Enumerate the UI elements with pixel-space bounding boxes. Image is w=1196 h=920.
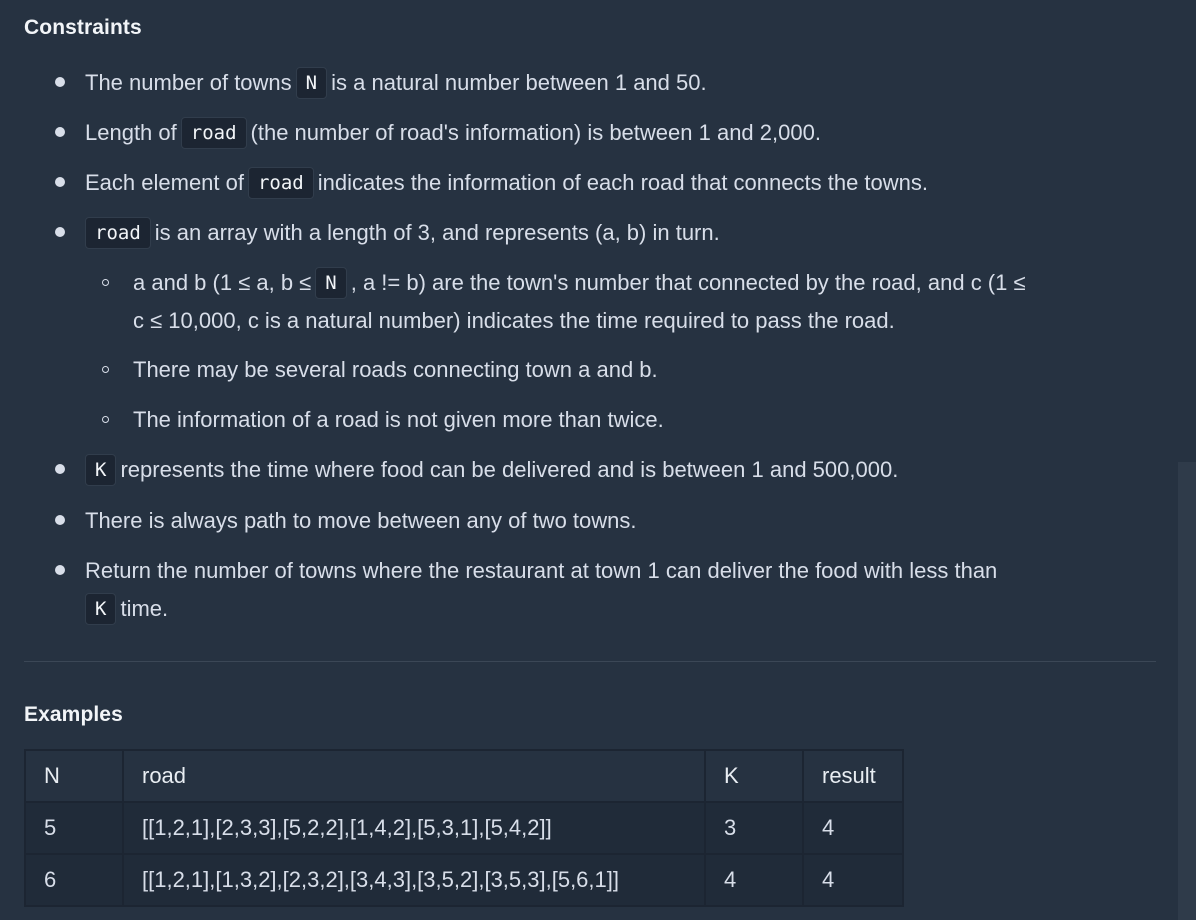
constraint-text: is a natural number between 1 and 50. — [331, 70, 707, 96]
constraint-item-road-element: Each element of road indicates the informa… — [85, 163, 928, 202]
constraint-text: Each element of — [85, 170, 244, 196]
constraint-item-road-array: road is an array with a length of 3, and … — [81, 213, 720, 252]
cell-road: [[1,2,1],[1,3,2],[2,3,2],[3,4,3],[3,5,2]… — [122, 853, 706, 907]
constraint-text: is an array with a length of 3, and repr… — [154, 220, 720, 246]
inline-code-k: K — [85, 454, 117, 487]
constraint-text: time. — [120, 596, 169, 622]
bullet-icon — [55, 565, 65, 575]
bullet-icon — [55, 177, 65, 187]
cell-n: 5 — [24, 801, 124, 855]
examples-heading: Examples — [24, 703, 123, 726]
constraint-subitem-abc-continued: c ≤ 10,000, c is a natural number) indic… — [133, 301, 895, 340]
table-row: 5 [[1,2,1],[2,3,3],[5,2,2],[1,4,2],[5,3,… — [24, 801, 904, 855]
constraint-text: (the number of road's information) is be… — [250, 120, 821, 146]
constraint-text: a and b (1 ≤ a, b ≤ — [133, 270, 312, 296]
constraints-heading: Constraints — [24, 16, 142, 39]
bullet-icon — [55, 77, 65, 87]
constraint-text: , a != b) are the town's number that con… — [350, 270, 1026, 296]
inline-code-n: N — [315, 267, 347, 300]
sub-bullet-icon — [102, 279, 109, 286]
sub-bullet-icon — [102, 416, 109, 423]
bullet-icon — [55, 464, 65, 474]
constraint-text: c ≤ 10,000, c is a natural number) indic… — [133, 308, 895, 334]
constraint-subitem-twice: The information of a road is not given m… — [133, 400, 664, 439]
inline-code-k: K — [85, 593, 117, 626]
constraint-text: There is always path to move between any… — [85, 508, 637, 534]
constraint-item-return-continued: Ktime. — [81, 589, 168, 628]
cell-road: [[1,2,1],[2,3,3],[5,2,2],[1,4,2],[5,3,1]… — [122, 801, 706, 855]
constraint-text: Length of — [85, 120, 177, 146]
section-divider — [24, 661, 1156, 662]
constraint-subitem-several-roads: There may be several roads connecting to… — [133, 350, 658, 389]
bullet-icon — [55, 515, 65, 525]
constraint-text: There may be several roads connecting to… — [133, 357, 658, 383]
table-row: 6 [[1,2,1],[1,3,2],[2,3,2],[3,4,3],[3,5,… — [24, 853, 904, 907]
column-header-result: result — [802, 749, 904, 803]
column-header-k: K — [704, 749, 804, 803]
constraint-item-k: Krepresents the time where food can be d… — [81, 450, 898, 489]
constraint-subitem-abc: a and b (1 ≤ a, b ≤ N, a != b) are the to… — [133, 263, 1026, 302]
cell-k: 4 — [704, 853, 804, 907]
constraint-text: indicates the information of each road t… — [317, 170, 929, 196]
constraint-item-towns: The number of towns Nis a natural number … — [85, 63, 707, 102]
cell-k: 3 — [704, 801, 804, 855]
inline-code-road: road — [247, 167, 314, 200]
cell-result: 4 — [802, 801, 904, 855]
column-header-n: N — [24, 749, 124, 803]
constraint-item-path: There is always path to move between any… — [85, 501, 637, 540]
table-header-row: N road K result — [24, 749, 904, 803]
constraint-text: Return the number of towns where the res… — [85, 558, 998, 584]
constraint-text: The number of towns — [85, 70, 292, 96]
bullet-icon — [55, 227, 65, 237]
constraint-item-return: Return the number of towns where the res… — [85, 551, 997, 590]
inline-code-road: road — [85, 217, 151, 250]
bullet-icon — [55, 127, 65, 137]
column-header-road: road — [122, 749, 706, 803]
sub-bullet-icon — [102, 366, 109, 373]
constraint-text: represents the time where food can be de… — [120, 457, 899, 483]
cell-n: 6 — [24, 853, 124, 907]
inline-code-road: road — [180, 117, 247, 150]
problem-description: Constraints The number of towns Nis a nat… — [0, 0, 1196, 920]
examples-table: N road K result 5 [[1,2,1],[2,3,3],[5,2,… — [24, 749, 904, 907]
constraint-item-road-length: Length of road (the number of road's infor… — [85, 113, 821, 152]
inline-code-n: N — [295, 67, 328, 100]
cell-result: 4 — [802, 853, 904, 907]
scrollbar[interactable] — [1178, 462, 1196, 920]
constraint-text: The information of a road is not given m… — [133, 407, 664, 433]
